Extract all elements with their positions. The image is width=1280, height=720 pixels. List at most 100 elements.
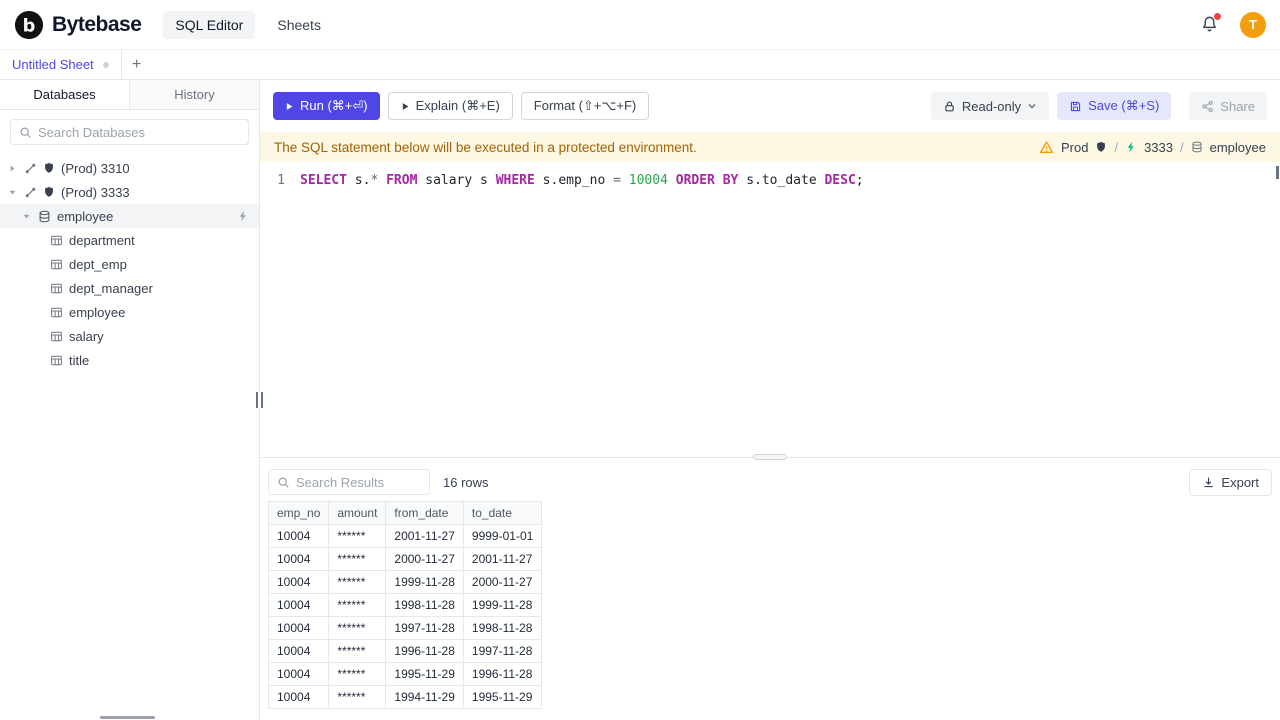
cell: 10004: [267, 685, 330, 709]
cell: ******: [328, 662, 387, 686]
run-button[interactable]: Run (⌘+⏎): [273, 92, 380, 120]
cell: ******: [328, 593, 387, 617]
results-divider: [260, 454, 1280, 463]
sidebar-resize-handle[interactable]: [256, 392, 263, 408]
column-header-emp_no: emp_no: [267, 501, 330, 525]
cell: 10004: [267, 547, 330, 571]
readonly-mode-button[interactable]: Read-only: [930, 92, 1050, 120]
sidebar-tabs: Databases History: [0, 80, 259, 110]
tree-item-table-dept-emp[interactable]: dept_emp: [0, 252, 259, 276]
explain-button[interactable]: Explain (⌘+E): [387, 92, 513, 120]
save-button-label: Save (⌘+S): [1088, 98, 1160, 113]
environment-shield-icon: [1095, 141, 1107, 153]
table-row[interactable]: 10004 ****** 1997-11-28 1998-11-28: [267, 616, 543, 640]
save-button[interactable]: Save (⌘+S): [1057, 92, 1172, 120]
cell: 1999-11-28: [385, 570, 464, 594]
chevron-right-icon[interactable]: [8, 164, 18, 173]
database-icon: [1191, 141, 1203, 153]
editor-scrollbar-thumb[interactable]: [1276, 166, 1279, 179]
alter-schema-bolt-icon[interactable]: [237, 210, 249, 222]
table-icon: [50, 234, 63, 247]
brand: b Bytebase: [14, 10, 142, 40]
protected-environment-banner: The SQL statement below will be executed…: [260, 132, 1280, 162]
results-search-box: [268, 469, 430, 495]
cell: 1998-11-28: [462, 616, 543, 640]
chevron-down-icon: [1027, 101, 1037, 111]
table-row[interactable]: 10004 ****** 2001-11-27 9999-01-01: [267, 524, 543, 548]
results-search-input[interactable]: [296, 474, 421, 490]
share-button-label: Share: [1220, 98, 1255, 114]
search-icon: [19, 126, 32, 139]
cell: 9999-01-01: [462, 524, 543, 548]
table-row[interactable]: 10004 ****** 1995-11-29 1996-11-28: [267, 662, 543, 686]
tree-item-database-employee[interactable]: employee: [0, 204, 259, 228]
tree-item-label: employee: [69, 304, 126, 320]
results-resize-handle[interactable]: [753, 454, 787, 460]
format-button[interactable]: Format (⇧+⌥+F): [520, 92, 650, 120]
environment-shield-icon: [43, 162, 55, 174]
tab-history[interactable]: History: [130, 80, 259, 109]
column-header-from_date: from_date: [385, 501, 464, 525]
share-icon: [1201, 100, 1214, 113]
cell: ******: [328, 547, 387, 571]
cell: 10004: [267, 639, 330, 663]
table-row[interactable]: 10004 ****** 2000-11-27 2001-11-27: [267, 547, 543, 571]
sql-editor[interactable]: 1 SELECT s.* FROM salary s WHERE s.emp_n…: [260, 162, 1280, 457]
avatar[interactable]: T: [1240, 11, 1266, 38]
sheet-tab-untitled[interactable]: Untitled Sheet: [0, 50, 122, 79]
cell: 10004: [267, 662, 330, 686]
environment-label: Prod: [1060, 139, 1089, 155]
tree-item-instance-prod-3333[interactable]: (Prod) 3333: [0, 180, 259, 204]
cell: 2000-11-27: [462, 570, 543, 594]
sidebar: Databases History (Prod) 3310 (Prod) 3333…: [0, 80, 263, 720]
cell: 10004: [267, 593, 330, 617]
share-button[interactable]: Share: [1189, 92, 1267, 120]
table-row[interactable]: 10004 ****** 1994-11-29 1995-11-29: [267, 685, 543, 709]
tree-item-table-salary[interactable]: salary: [0, 324, 259, 348]
cell: ******: [328, 570, 387, 594]
database-search-box: [10, 119, 249, 145]
main-layout: Databases History (Prod) 3310 (Prod) 3333…: [0, 80, 1280, 720]
add-sheet-button[interactable]: +: [122, 50, 152, 79]
download-icon: [1202, 476, 1215, 489]
tab-databases[interactable]: Databases: [0, 80, 130, 109]
chevron-down-icon[interactable]: [8, 188, 18, 197]
tree-item-table-department[interactable]: department: [0, 228, 259, 252]
instance-connection-icon: [24, 162, 37, 175]
cell: 1999-11-28: [462, 593, 543, 617]
code-line: 1 SELECT s.* FROM salary s WHERE s.emp_n…: [260, 171, 1280, 191]
sql-token: s.emp_no: [534, 173, 614, 188]
play-icon: [285, 102, 294, 111]
results-table: emp_no amount from_date to_date 10004 ****** 2…: [267, 501, 543, 709]
tree-item-label: employee: [57, 208, 114, 224]
cell: 1996-11-28: [462, 662, 543, 686]
cell: 2001-11-27: [385, 524, 464, 548]
cell: ******: [328, 524, 387, 548]
table-row[interactable]: 10004 ****** 1996-11-28 1997-11-28: [267, 639, 543, 663]
table-row[interactable]: 10004 ****** 1999-11-28 2000-11-27: [267, 570, 543, 594]
database-tree: (Prod) 3310 (Prod) 3333 employee department…: [0, 154, 259, 720]
table-icon: [50, 354, 63, 367]
tree-item-table-title[interactable]: title: [0, 348, 259, 372]
database-search-input[interactable]: [38, 124, 240, 140]
table-icon: [50, 282, 63, 295]
notification-bell-icon[interactable]: [1200, 12, 1221, 35]
tree-item-instance-prod-3310[interactable]: (Prod) 3310: [0, 156, 259, 180]
tree-item-table-employee[interactable]: employee: [0, 300, 259, 324]
chevron-down-icon[interactable]: [22, 212, 32, 221]
editor-toolbar: Run (⌘+⏎) Explain (⌘+E) Format (⇧+⌥+F) R…: [260, 80, 1280, 132]
sql-token: FROM: [386, 173, 418, 188]
table-row[interactable]: 10004 ****** 1998-11-28 1999-11-28: [267, 593, 543, 617]
sidebar-scrollbar[interactable]: [100, 716, 155, 719]
cell: 2000-11-27: [385, 547, 464, 571]
export-button[interactable]: Export: [1189, 468, 1272, 496]
nav-sheets[interactable]: Sheets: [265, 11, 333, 39]
environment-shield-icon: [43, 186, 55, 198]
bytebase-logo-icon: b: [14, 10, 44, 40]
nav-sql-editor[interactable]: SQL Editor: [163, 10, 256, 39]
sql-token: WHERE: [495, 173, 535, 188]
column-header-to_date: to_date: [462, 501, 543, 525]
cell: 2001-11-27: [462, 547, 543, 571]
tree-item-table-dept-manager[interactable]: dept_manager: [0, 276, 259, 300]
